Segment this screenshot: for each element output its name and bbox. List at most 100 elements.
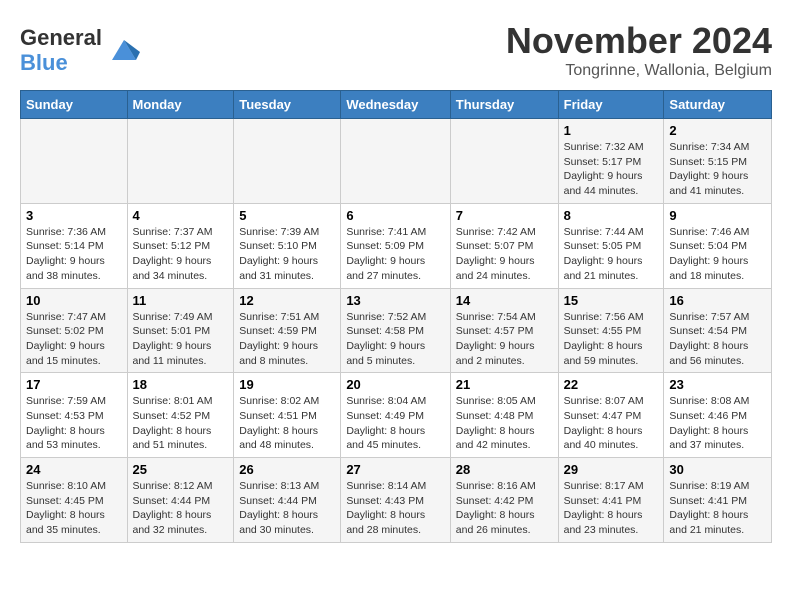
day-info: Sunrise: 7:47 AMSunset: 5:02 PMDaylight:… (26, 310, 122, 369)
day-number: 1 (564, 123, 659, 138)
calendar-cell: 1 Sunrise: 7:32 AMSunset: 5:17 PMDaylight… (558, 119, 664, 204)
calendar-cell: 14Sunrise: 7:54 AMSunset: 4:57 PMDayligh… (450, 288, 558, 373)
calendar-week-row: 17Sunrise: 7:59 AMSunset: 4:53 PMDayligh… (21, 373, 772, 458)
calendar-cell: 24 Sunrise: 8:10 AMSunset: 4:45 PMDayligh… (21, 458, 128, 543)
logo-text: General Blue (20, 25, 142, 76)
calendar-header-row: SundayMondayTuesdayWednesdayThursdayFrid… (21, 91, 772, 119)
calendar-cell: 15 Sunrise: 7:56 AMSunset: 4:55 PMDayligh… (558, 288, 664, 373)
calendar-week-row: 1 Sunrise: 7:32 AMSunset: 5:17 PMDaylight… (21, 119, 772, 204)
logo-line1: General (20, 25, 102, 50)
title-area: November 2024 Tongrinne, Wallonia, Belgi… (506, 20, 772, 80)
calendar-cell (21, 119, 128, 204)
day-info: Sunrise: 7:49 AMSunset: 5:01 PMDaylight:… (133, 310, 229, 369)
day-info: Sunrise: 7:46 AMSunset: 5:04 PMDaylight:… (669, 225, 766, 284)
day-number: 12 (239, 293, 335, 308)
header-tuesday: Tuesday (234, 91, 341, 119)
day-number: 5 (239, 208, 335, 223)
day-info: Sunrise: 7:42 AMSunset: 5:07 PMDaylight:… (456, 225, 553, 284)
day-info: Sunrise: 8:12 AMSunset: 4:44 PMDaylight:… (133, 479, 229, 538)
day-number: 2 (669, 123, 766, 138)
day-number: 15 (564, 293, 659, 308)
calendar-cell: 17Sunrise: 7:59 AMSunset: 4:53 PMDayligh… (21, 373, 128, 458)
location-subtitle: Tongrinne, Wallonia, Belgium (506, 62, 772, 80)
calendar-cell: 3Sunrise: 7:36 AMSunset: 5:14 PMDaylight… (21, 203, 128, 288)
calendar-cell: 6Sunrise: 7:41 AMSunset: 5:09 PMDaylight… (341, 203, 450, 288)
day-info: Sunrise: 7:54 AMSunset: 4:57 PMDaylight:… (456, 310, 553, 369)
header-saturday: Saturday (664, 91, 772, 119)
day-info: Sunrise: 7:52 AMSunset: 4:58 PMDaylight:… (346, 310, 444, 369)
calendar-cell: 29Sunrise: 8:17 AMSunset: 4:41 PMDayligh… (558, 458, 664, 543)
day-info: Sunrise: 7:37 AMSunset: 5:12 PMDaylight:… (133, 225, 229, 284)
day-number: 25 (133, 462, 229, 477)
day-number: 27 (346, 462, 444, 477)
day-info: Sunrise: 8:02 AMSunset: 4:51 PMDaylight:… (239, 394, 335, 453)
day-info: Sunrise: 8:16 AMSunset: 4:42 PMDaylight:… (456, 479, 553, 538)
logo-icon (106, 32, 142, 68)
day-info: Sunrise: 7:44 AMSunset: 5:05 PMDaylight:… (564, 225, 659, 284)
calendar-cell (127, 119, 234, 204)
day-info: Sunrise: 8:04 AMSunset: 4:49 PMDaylight:… (346, 394, 444, 453)
day-info: Sunrise: 8:10 AMSunset: 4:45 PMDaylight:… (26, 479, 122, 538)
day-number: 6 (346, 208, 444, 223)
day-number: 4 (133, 208, 229, 223)
calendar-cell: 7 Sunrise: 7:42 AMSunset: 5:07 PMDaylight… (450, 203, 558, 288)
day-number: 17 (26, 377, 122, 392)
calendar-cell: 28 Sunrise: 8:16 AMSunset: 4:42 PMDayligh… (450, 458, 558, 543)
header-wednesday: Wednesday (341, 91, 450, 119)
calendar-cell: 10 Sunrise: 7:47 AMSunset: 5:02 PMDayligh… (21, 288, 128, 373)
day-info: Sunrise: 7:56 AMSunset: 4:55 PMDaylight:… (564, 310, 659, 369)
header-monday: Monday (127, 91, 234, 119)
day-number: 26 (239, 462, 335, 477)
day-number: 22 (564, 377, 659, 392)
calendar-cell: 16Sunrise: 7:57 AMSunset: 4:54 PMDayligh… (664, 288, 772, 373)
calendar-cell: 4 Sunrise: 7:37 AMSunset: 5:12 PMDaylight… (127, 203, 234, 288)
calendar-week-row: 3Sunrise: 7:36 AMSunset: 5:14 PMDaylight… (21, 203, 772, 288)
day-info: Sunrise: 8:05 AMSunset: 4:48 PMDaylight:… (456, 394, 553, 453)
calendar-cell: 25 Sunrise: 8:12 AMSunset: 4:44 PMDayligh… (127, 458, 234, 543)
calendar-week-row: 24 Sunrise: 8:10 AMSunset: 4:45 PMDayligh… (21, 458, 772, 543)
calendar-cell: 18 Sunrise: 8:01 AMSunset: 4:52 PMDayligh… (127, 373, 234, 458)
day-info: Sunrise: 7:39 AMSunset: 5:10 PMDaylight:… (239, 225, 335, 284)
calendar-cell: 23Sunrise: 8:08 AMSunset: 4:46 PMDayligh… (664, 373, 772, 458)
day-info: Sunrise: 7:32 AMSunset: 5:17 PMDaylight:… (564, 140, 659, 199)
calendar-cell: 2 Sunrise: 7:34 AMSunset: 5:15 PMDaylight… (664, 119, 772, 204)
day-number: 11 (133, 293, 229, 308)
calendar-cell (341, 119, 450, 204)
logo: General Blue (20, 25, 142, 76)
day-number: 3 (26, 208, 122, 223)
day-number: 18 (133, 377, 229, 392)
day-number: 10 (26, 293, 122, 308)
day-number: 7 (456, 208, 553, 223)
day-number: 29 (564, 462, 659, 477)
calendar-cell: 8 Sunrise: 7:44 AMSunset: 5:05 PMDaylight… (558, 203, 664, 288)
calendar-cell: 5 Sunrise: 7:39 AMSunset: 5:10 PMDaylight… (234, 203, 341, 288)
day-number: 9 (669, 208, 766, 223)
day-number: 20 (346, 377, 444, 392)
calendar-cell: 13 Sunrise: 7:52 AMSunset: 4:58 PMDayligh… (341, 288, 450, 373)
calendar-cell (234, 119, 341, 204)
day-info: Sunrise: 8:14 AMSunset: 4:43 PMDaylight:… (346, 479, 444, 538)
day-number: 8 (564, 208, 659, 223)
day-number: 24 (26, 462, 122, 477)
calendar-cell: 12 Sunrise: 7:51 AMSunset: 4:59 PMDayligh… (234, 288, 341, 373)
day-number: 19 (239, 377, 335, 392)
day-info: Sunrise: 8:01 AMSunset: 4:52 PMDaylight:… (133, 394, 229, 453)
page-header: General Blue November 2024 Tongrinne, Wa… (20, 20, 772, 80)
header-friday: Friday (558, 91, 664, 119)
month-title: November 2024 (506, 20, 772, 62)
calendar-cell: 11 Sunrise: 7:49 AMSunset: 5:01 PMDayligh… (127, 288, 234, 373)
calendar-cell: 26 Sunrise: 8:13 AMSunset: 4:44 PMDayligh… (234, 458, 341, 543)
day-info: Sunrise: 8:07 AMSunset: 4:47 PMDaylight:… (564, 394, 659, 453)
day-info: Sunrise: 7:51 AMSunset: 4:59 PMDaylight:… (239, 310, 335, 369)
day-number: 28 (456, 462, 553, 477)
day-info: Sunrise: 8:19 AMSunset: 4:41 PMDaylight:… (669, 479, 766, 538)
calendar-cell: 21 Sunrise: 8:05 AMSunset: 4:48 PMDayligh… (450, 373, 558, 458)
day-number: 21 (456, 377, 553, 392)
day-number: 13 (346, 293, 444, 308)
calendar-cell: 19 Sunrise: 8:02 AMSunset: 4:51 PMDayligh… (234, 373, 341, 458)
calendar-cell: 20 Sunrise: 8:04 AMSunset: 4:49 PMDayligh… (341, 373, 450, 458)
day-info: Sunrise: 8:13 AMSunset: 4:44 PMDaylight:… (239, 479, 335, 538)
calendar-cell (450, 119, 558, 204)
day-info: Sunrise: 7:34 AMSunset: 5:15 PMDaylight:… (669, 140, 766, 199)
calendar-cell: 9 Sunrise: 7:46 AMSunset: 5:04 PMDaylight… (664, 203, 772, 288)
